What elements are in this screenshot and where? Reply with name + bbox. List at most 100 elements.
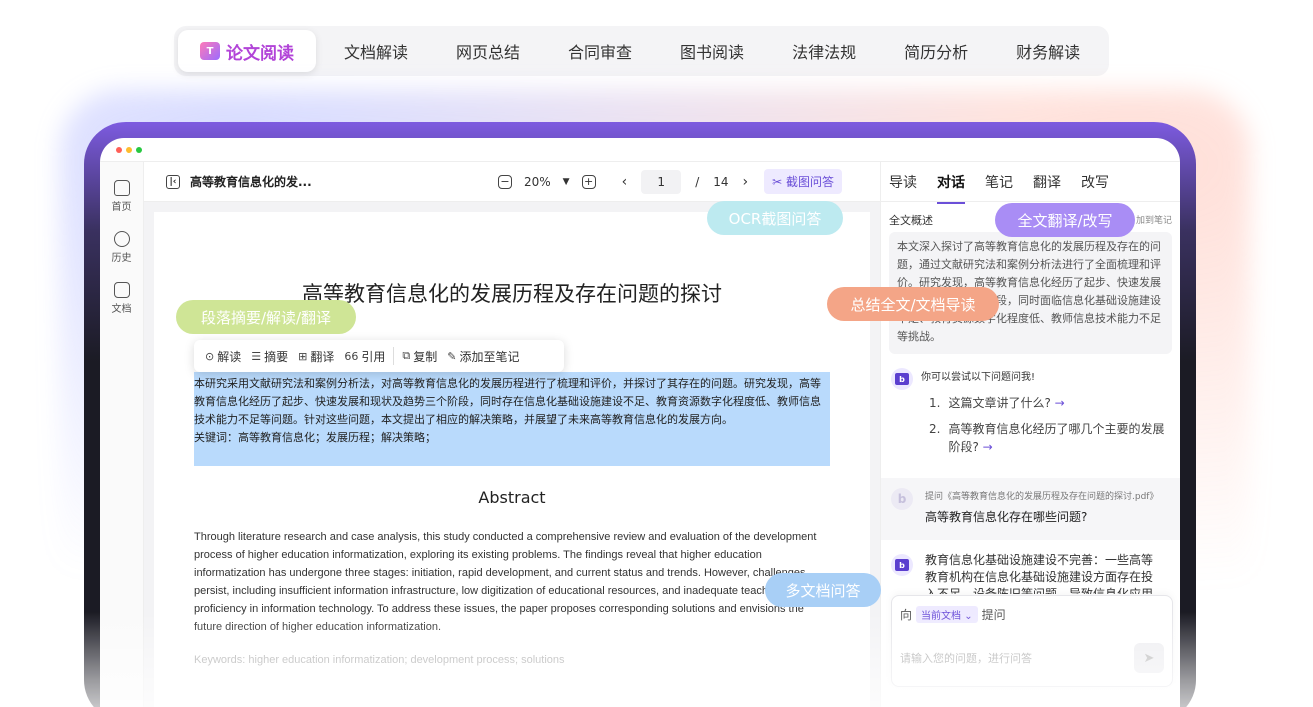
send-icon: ➤	[1143, 650, 1155, 666]
scope-label: 当前文档	[921, 611, 962, 622]
home-icon	[113, 180, 130, 196]
user-avatar-icon: b	[891, 488, 913, 510]
user-message: 高等教育信息化存在哪些问题?	[925, 510, 1088, 524]
document-icon	[113, 282, 130, 298]
zoom-control: − 20% ▼ +	[498, 174, 596, 189]
prev-page-icon[interactable]: ‹	[622, 174, 628, 190]
scope-selector[interactable]: 当前文档 ⌄	[916, 606, 978, 623]
explain-icon: ⊙	[205, 349, 215, 363]
tab-label: 图书阅读	[680, 43, 745, 62]
left-rail: 首页 历史 文档	[100, 162, 144, 707]
bot-hint-row: b 你可以尝试以下问题问我!	[891, 368, 1171, 390]
copy-button[interactable]: ⧉ 复制	[397, 348, 442, 365]
copy-label: 复制	[413, 349, 438, 364]
tab-label: 财务解读	[1016, 43, 1081, 62]
user-message-reference: 提问《高等教育信息化的发展历程及存在问题的探讨.pdf》	[925, 492, 1159, 502]
zoom-in-icon[interactable]: +	[581, 174, 596, 189]
page-separator: /	[695, 174, 700, 189]
input-ask-label: 提问	[981, 608, 1006, 622]
rail-item-history[interactable]: 历史	[100, 231, 143, 264]
add-note-button[interactable]: ✎ 添加至笔记	[442, 348, 524, 365]
zoom-out-icon[interactable]: −	[498, 174, 512, 189]
selection-toolbar: ⊙ 解读 ☰ 摘要 ⊞ 翻译 66 引用 ⧉ 复制 ✎ 添加至笔记	[194, 340, 564, 372]
explain-button[interactable]: ⊙ 解读	[200, 348, 246, 365]
doc-title-area: |‹ 高等教育信息化的发...	[166, 173, 466, 190]
translate-icon: ⊞	[298, 349, 308, 363]
page-input[interactable]: 1	[641, 169, 682, 194]
list-icon: ☰	[251, 349, 262, 363]
cite-button[interactable]: 66 引用	[339, 348, 390, 365]
tab-rewrite[interactable]: 改写	[1081, 172, 1109, 192]
collapse-sidebar-icon[interactable]: |‹	[166, 174, 180, 189]
rail-item-docs[interactable]: 文档	[100, 282, 143, 315]
feature-pill-paragraph: 段落摘要/解读/翻译	[176, 300, 356, 334]
zoom-level[interactable]: 20%	[524, 175, 551, 189]
question-text: 这篇文章讲了什么?	[948, 396, 1051, 410]
tab-chat[interactable]: 对话	[937, 172, 965, 204]
window-titlebar	[100, 138, 1180, 162]
rail-label: 历史	[111, 253, 132, 264]
pager: ‹ 1 / 14 ›	[622, 169, 749, 194]
tab-label: 简历分析	[904, 43, 969, 62]
suggested-question[interactable]: 2. 高等教育信息化经历了哪几个主要的发展阶段? →	[929, 420, 1169, 456]
tab-laws[interactable]: 法律法规	[768, 30, 880, 72]
category-tabs: T 论文阅读 文档解读 网页总结 合同审查 图书阅读 法律法规 简历分析 财务解…	[174, 26, 1109, 76]
chat-input-box[interactable]: 向 当前文档 ⌄ 提问 请输入您的问题，进行问答 ➤	[891, 595, 1173, 687]
explain-label: 解读	[217, 349, 242, 364]
maximize-dot-icon[interactable]	[136, 146, 142, 153]
summary-label: 全文概述	[889, 214, 933, 227]
tab-label: 文档解读	[344, 43, 409, 62]
quote-icon: 66	[344, 349, 359, 363]
feature-pill-translate: 全文翻译/改写	[995, 203, 1135, 237]
selected-paragraph[interactable]: 本研究采用文献研究法和案例分析法，对高等教育信息化的发展历程进行了梳理和评价，并…	[194, 372, 830, 466]
tab-paper-reading[interactable]: T 论文阅读	[178, 30, 316, 72]
rail-label: 首页	[111, 202, 132, 213]
toolbar-divider	[393, 347, 395, 365]
rail-item-home[interactable]: 首页	[100, 180, 143, 213]
add-to-note-link[interactable]: 加到笔记	[1136, 213, 1172, 226]
bot-avatar-icon: b	[891, 554, 913, 576]
tab-label: 网页总结	[456, 43, 521, 62]
doc-toolbar: |‹ 高等教育信息化的发... − 20% ▼ + ‹ 1 / 14 › ✂ 截…	[144, 162, 880, 202]
translate-label: 翻译	[310, 349, 335, 364]
document-viewer[interactable]: 高等教育信息化的发展历程及存在问题的探讨 本研究采用文献研究法和案例分析法，对高…	[144, 202, 880, 707]
document-page: 高等教育信息化的发展历程及存在问题的探讨 本研究采用文献研究法和案例分析法，对高…	[154, 212, 870, 707]
question-input[interactable]: 请输入您的问题，进行问答	[900, 650, 1032, 666]
tab-translate[interactable]: 翻译	[1033, 172, 1061, 192]
bot-hint: 你可以尝试以下问题问我!	[921, 372, 1036, 383]
zoom-dropdown-icon[interactable]: ▼	[563, 177, 570, 187]
feature-pill-summary: 总结全文/文档导读	[827, 287, 999, 321]
clock-icon	[113, 231, 130, 247]
tab-webpage-summary[interactable]: 网页总结	[432, 30, 544, 72]
tab-book-reading[interactable]: 图书阅读	[656, 30, 768, 72]
crop-qa-label: 截图问答	[786, 175, 835, 189]
tab-resume-analysis[interactable]: 简历分析	[880, 30, 992, 72]
summary-label: 摘要	[264, 349, 289, 364]
tab-guide[interactable]: 导读	[889, 172, 917, 192]
feature-pill-multi-doc: 多文档问答	[765, 573, 881, 607]
arrow-right-icon: →	[1054, 396, 1065, 410]
tab-finance-reading[interactable]: 财务解读	[992, 30, 1104, 72]
suggested-question[interactable]: 1. 这篇文章讲了什么? →	[929, 394, 1169, 412]
add-note-label: 添加至笔记	[459, 349, 520, 364]
minimize-dot-icon[interactable]	[126, 146, 132, 153]
close-dot-icon[interactable]	[116, 146, 122, 153]
suggested-questions: 1. 这篇文章讲了什么? → 2. 高等教育信息化经历了哪几个主要的发展阶段? …	[929, 394, 1169, 464]
tab-label: 合同审查	[568, 43, 633, 62]
abstract-en: Through literature research and case ana…	[194, 531, 817, 633]
next-page-icon[interactable]: ›	[743, 174, 749, 190]
copy-icon: ⧉	[402, 349, 411, 362]
feature-pill-ocr: OCR截图问答	[707, 201, 843, 235]
crop-qa-button[interactable]: ✂ 截图问答	[764, 169, 843, 194]
summary-button[interactable]: ☰ 摘要	[246, 348, 293, 365]
page-total: 14	[713, 174, 729, 189]
tab-contract-review[interactable]: 合同审查	[544, 30, 656, 72]
translate-button[interactable]: ⊞ 翻译	[293, 348, 339, 365]
keywords-cn: 关键词：高等教育信息化；发展历程；解决策略；	[194, 431, 436, 444]
abstract-cn: 本研究采用文献研究法和案例分析法，对高等教育信息化的发展历程进行了梳理和评价，并…	[194, 377, 821, 426]
tab-notes[interactable]: 笔记	[985, 172, 1013, 192]
input-scope-row: 向 当前文档 ⌄ 提问	[900, 606, 1006, 623]
send-button[interactable]: ➤	[1134, 643, 1164, 673]
tab-document-reading[interactable]: 文档解读	[320, 30, 432, 72]
question-number: 1.	[929, 396, 941, 410]
